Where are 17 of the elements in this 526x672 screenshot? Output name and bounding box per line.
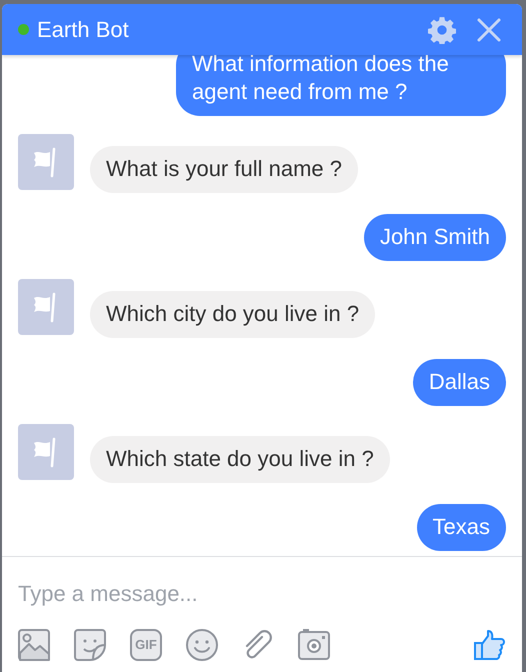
- sent-message-bubble: John Smith: [364, 214, 506, 261]
- flag-avatar-icon: [18, 134, 74, 190]
- chat-title: Earth Bot: [37, 16, 129, 44]
- received-message-bubble: Which city do you live in ?: [90, 291, 376, 338]
- smiley-icon[interactable]: [186, 629, 218, 661]
- received-message-bubble: What is your full name ?: [90, 146, 358, 193]
- image-icon[interactable]: [18, 629, 50, 661]
- sent-message-bubble: What information does the agent need from me ?: [176, 55, 506, 116]
- flag-avatar-icon: [18, 424, 74, 480]
- sticker-icon[interactable]: [74, 629, 106, 661]
- received-message-bubble: Which state do you live in ?: [90, 436, 390, 483]
- sent-message-bubble: Dallas: [412, 359, 506, 406]
- flag-avatar-icon: [18, 279, 74, 335]
- sent-message-bubble: Texas: [416, 504, 506, 551]
- gif-button[interactable]: GIF: [130, 629, 162, 661]
- thumbs-up-icon[interactable]: [474, 629, 506, 661]
- camera-icon[interactable]: [298, 629, 330, 661]
